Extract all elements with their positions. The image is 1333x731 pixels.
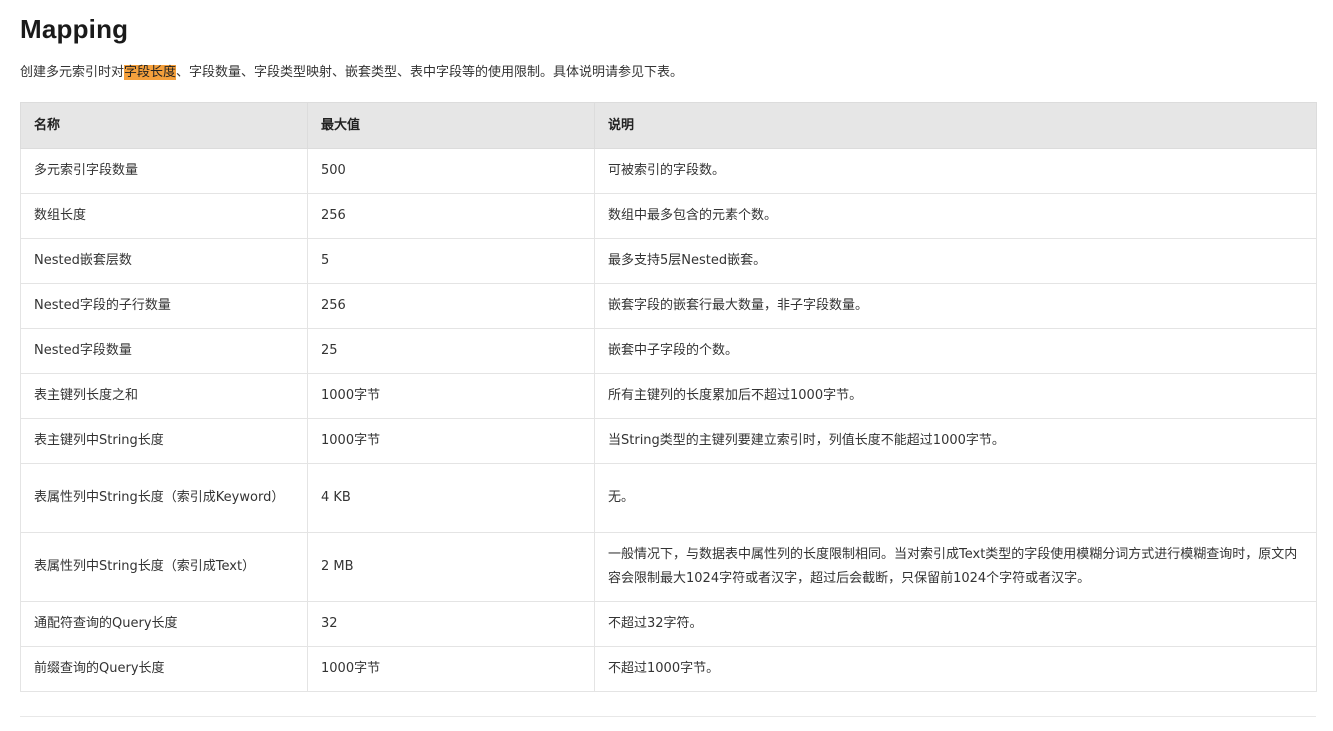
cell-max-value: 1000字节: [307, 418, 595, 464]
table-row: Nested字段的子行数量 256 嵌套字段的嵌套行最大数量，非子字段数量。: [20, 283, 1317, 329]
section-divider: [20, 716, 1316, 717]
table-row: Nested字段数量 25 嵌套中子字段的个数。: [20, 328, 1317, 374]
cell-max-value: 500: [307, 148, 595, 194]
cell-max-value: 1000字节: [307, 646, 595, 692]
doc-content: Mapping 创建多元索引时对字段长度、字段数量、字段类型映射、嵌套类型、表中…: [20, 0, 1317, 717]
cell-max-value: 25: [307, 328, 595, 374]
cell-description: 嵌套中子字段的个数。: [594, 328, 1317, 374]
table-row: 表主键列长度之和 1000字节 所有主键列的长度累加后不超过1000字节。: [20, 373, 1317, 419]
table-row: 多元索引字段数量 500 可被索引的字段数。: [20, 148, 1317, 194]
cell-name: Nested字段数量: [20, 328, 308, 374]
cell-description: 可被索引的字段数。: [594, 148, 1317, 194]
cell-name: 数组长度: [20, 193, 308, 239]
cell-name: Nested嵌套层数: [20, 238, 308, 284]
cell-max-value: 1000字节: [307, 373, 595, 419]
limits-table: 名称 最大值 说明 多元索引字段数量 500 可被索引的字段数。 数组长度 25…: [20, 102, 1317, 692]
table-row: 表属性列中String长度（索引成Keyword） 4 KB 无。: [20, 463, 1317, 533]
cell-max-value: 5: [307, 238, 595, 284]
table-row: 通配符查询的Query长度 32 不超过32字符。: [20, 601, 1317, 647]
cell-description: 无。: [594, 463, 1317, 533]
cell-name: 通配符查询的Query长度: [20, 601, 308, 647]
cell-name: 表主键列长度之和: [20, 373, 308, 419]
cell-description: 一般情况下，与数据表中属性列的长度限制相同。当对索引成Text类型的字段使用模糊…: [594, 532, 1317, 602]
table-row: 表主键列中String长度 1000字节 当String类型的主键列要建立索引时…: [20, 418, 1317, 464]
cell-description: 数组中最多包含的元素个数。: [594, 193, 1317, 239]
cell-max-value: 256: [307, 283, 595, 329]
cell-max-value: 256: [307, 193, 595, 239]
table-row: 表属性列中String长度（索引成Text） 2 MB 一般情况下，与数据表中属…: [20, 532, 1317, 602]
cell-name: 表属性列中String长度（索引成Text）: [20, 532, 308, 602]
cell-description: 嵌套字段的嵌套行最大数量，非子字段数量。: [594, 283, 1317, 329]
table-body: 多元索引字段数量 500 可被索引的字段数。 数组长度 256 数组中最多包含的…: [20, 148, 1317, 692]
cell-description: 最多支持5层Nested嵌套。: [594, 238, 1317, 284]
cell-max-value: 2 MB: [307, 532, 595, 602]
cell-description: 不超过32字符。: [594, 601, 1317, 647]
intro-paragraph: 创建多元索引时对字段长度、字段数量、字段类型映射、嵌套类型、表中字段等的使用限制…: [20, 52, 1316, 102]
table-row: Nested嵌套层数 5 最多支持5层Nested嵌套。: [20, 238, 1317, 284]
cell-description: 所有主键列的长度累加后不超过1000字节。: [594, 373, 1317, 419]
header-name: 名称: [20, 102, 308, 149]
cell-name: Nested字段的子行数量: [20, 283, 308, 329]
table-head: 名称 最大值 说明: [20, 102, 1317, 149]
cell-name: 表属性列中String长度（索引成Keyword）: [20, 463, 308, 533]
cell-max-value: 4 KB: [307, 463, 595, 533]
cell-max-value: 32: [307, 601, 595, 647]
header-description: 说明: [594, 102, 1317, 149]
table-row: 前缀查询的Query长度 1000字节 不超过1000字节。: [20, 646, 1317, 692]
intro-text-before: 创建多元索引时对: [20, 65, 125, 80]
cell-description: 当String类型的主键列要建立索引时，列值长度不能超过1000字节。: [594, 418, 1317, 464]
cell-name: 多元索引字段数量: [20, 148, 308, 194]
table-row: 数组长度 256 数组中最多包含的元素个数。: [20, 193, 1317, 239]
intro-text-after: 、字段数量、字段类型映射、嵌套类型、表中字段等的使用限制。具体说明请参见下表。: [176, 65, 684, 80]
header-max-value: 最大值: [307, 102, 595, 149]
page-title: Mapping: [20, 14, 129, 44]
cell-name: 表主键列中String长度: [20, 418, 308, 464]
table-header-row: 名称 最大值 说明: [20, 102, 1317, 149]
cell-description: 不超过1000字节。: [594, 646, 1317, 692]
intro-highlight: 字段长度: [124, 65, 177, 80]
cell-name: 前缀查询的Query长度: [20, 646, 308, 692]
